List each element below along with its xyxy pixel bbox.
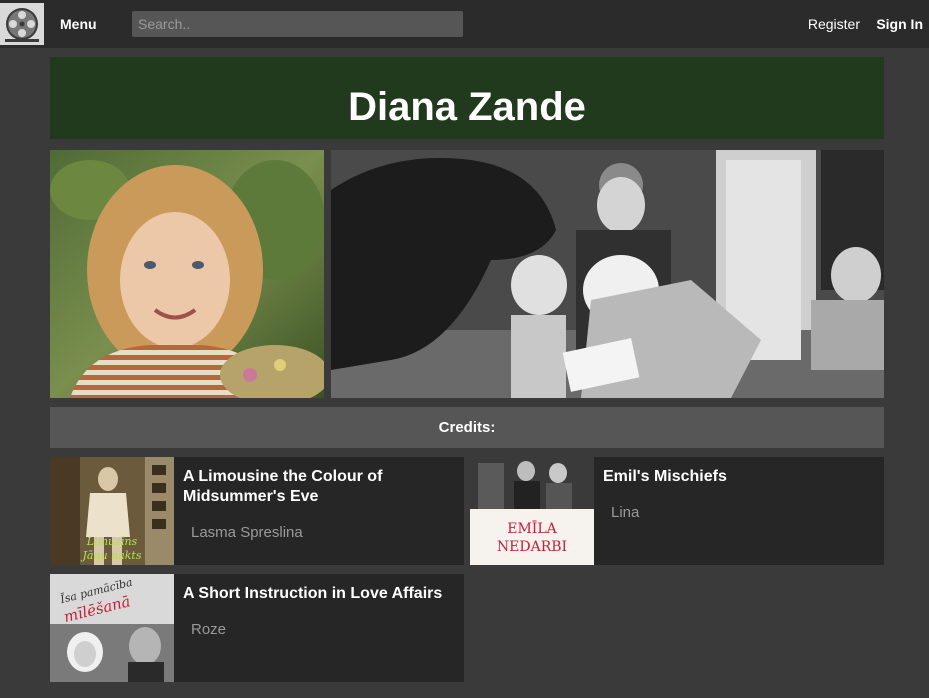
credit-role: Lina xyxy=(611,504,640,521)
film-poster-short-instruction: Īsa pamācība mīlēšanā xyxy=(50,574,174,682)
credit-title[interactable]: A Short Instruction in Love Affairs xyxy=(183,584,455,604)
svg-text:Limuzīns: Limuzīns xyxy=(86,535,138,548)
credit-title[interactable]: A Limousine the Colour of Midsummer's Ev… xyxy=(183,467,455,507)
person-title-banner: Diana Zande xyxy=(50,57,884,139)
search-input[interactable] xyxy=(132,11,463,37)
register-link[interactable]: Register xyxy=(808,16,860,32)
credit-title[interactable]: Emil's Mischiefs xyxy=(603,467,875,487)
svg-text:NEDARBI: NEDARBI xyxy=(497,539,567,555)
film-poster-limousine: Limuzīns Jāņu nakts xyxy=(50,457,174,565)
credits-heading: Credits: xyxy=(50,407,884,448)
credit-role: Lasma Spreslina xyxy=(191,524,303,541)
credit-role: Roze xyxy=(191,621,227,638)
film-reel-icon xyxy=(5,8,39,42)
credit-card[interactable]: Limuzīns Jāņu nakts A Limousine the Colo… xyxy=(50,457,464,565)
film-still-photo xyxy=(331,150,884,398)
svg-text:EMĪLA: EMĪLA xyxy=(507,519,557,537)
top-navbar: Menu Register Sign In xyxy=(0,0,929,48)
person-portrait-photo xyxy=(50,150,324,398)
film-poster-emil: EMĪLA NEDARBI xyxy=(470,457,594,565)
credit-card[interactable]: EMĪLA NEDARBI Emil's Mischiefs Lina xyxy=(470,457,884,565)
menu-button[interactable]: Menu xyxy=(60,16,97,32)
credit-card[interactable]: Īsa pamācība mīlēšanā A Short Instructio… xyxy=(50,574,464,682)
sign-in-link[interactable]: Sign In xyxy=(876,16,923,32)
person-name: Diana Zande xyxy=(348,84,586,129)
svg-text:Jāņu nakts: Jāņu nakts xyxy=(80,549,141,562)
site-logo[interactable] xyxy=(0,3,44,45)
